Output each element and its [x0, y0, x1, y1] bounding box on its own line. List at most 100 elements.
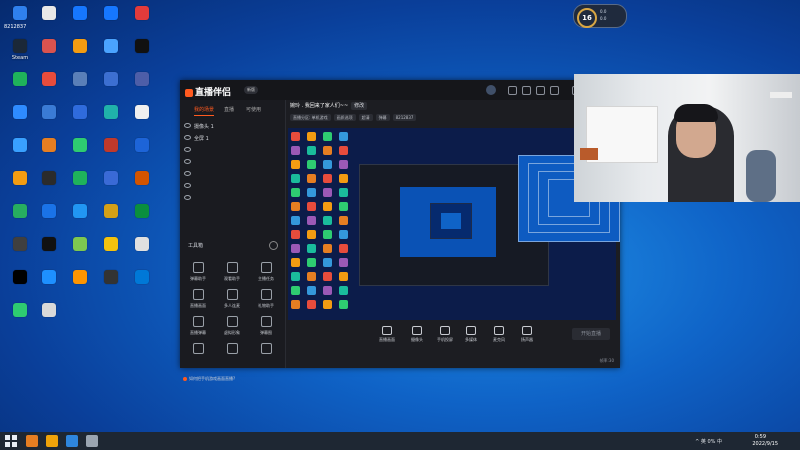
visibility-icon[interactable]: [184, 135, 191, 140]
tool-icon: [192, 262, 204, 273]
menu-icon[interactable]: [550, 86, 559, 95]
taskbar-app-icon[interactable]: [46, 435, 58, 447]
app-icon: [13, 237, 27, 251]
tool-button[interactable]: 主播任务: [250, 260, 282, 288]
scene-panel: 我的场景 直播 可使用 摄像头 1 全屏 1 工具箱 弹幕助手 观看助手 主播任务 直播…: [180, 100, 286, 381]
tab-available[interactable]: 可使用: [246, 106, 261, 113]
action-icon: [440, 326, 450, 335]
tool-button[interactable]: 多人连麦: [216, 287, 248, 315]
tool-button[interactable]: [182, 341, 214, 369]
preview-icon: [339, 202, 348, 211]
source-item[interactable]: [184, 182, 284, 192]
desktop-icon[interactable]: [31, 301, 67, 341]
action-label: 扬声器: [521, 337, 533, 342]
tool-button[interactable]: 礼物助手: [250, 287, 282, 315]
tab-my-scenes[interactable]: 我的场景: [194, 106, 215, 116]
tool-label: 弹幕图: [260, 330, 272, 335]
skin-icon[interactable]: [536, 86, 545, 95]
app-icon: [13, 270, 27, 284]
version-badge[interactable]: 新版: [244, 86, 258, 94]
preview-icon: [323, 258, 332, 267]
tool-button[interactable]: [216, 341, 248, 369]
preview-icon: [339, 286, 348, 295]
preview-icon: [339, 160, 348, 169]
visibility-icon[interactable]: [184, 171, 191, 176]
source-item[interactable]: [184, 158, 284, 168]
tab-live[interactable]: 直播: [224, 106, 234, 113]
start-button[interactable]: [5, 435, 17, 447]
source-item[interactable]: [184, 194, 284, 204]
preview-icon: [323, 216, 332, 225]
preview-icon: [291, 160, 300, 169]
message-icon[interactable]: [508, 86, 517, 95]
taskbar-app-icon[interactable]: [86, 435, 98, 447]
room-info-chip[interactable]: 弹幕: [375, 114, 390, 121]
visibility-icon[interactable]: [184, 159, 191, 164]
edit-title-button[interactable]: 修改: [351, 102, 368, 110]
preview-icon: [339, 174, 348, 183]
help-tip[interactable]: 如何把手机游戏画面直播?: [183, 376, 235, 382]
action-button[interactable]: 多媒体: [460, 326, 482, 346]
tool-icon: [226, 343, 238, 354]
visibility-icon[interactable]: [184, 123, 191, 128]
visibility-icon[interactable]: [184, 183, 191, 188]
app-icon: [13, 105, 27, 119]
clock-date[interactable]: 2022/9/15: [752, 441, 778, 447]
app-icon: [42, 105, 56, 119]
tool-button[interactable]: 直播画面: [182, 287, 214, 315]
tool-button[interactable]: 直播弹幕: [182, 314, 214, 342]
room-info-chip[interactable]: 超清: [358, 114, 373, 121]
settings-icon[interactable]: [522, 86, 531, 95]
taskbar-app-icon[interactable]: [66, 435, 78, 447]
preview-icon: [291, 202, 300, 211]
action-button[interactable]: 直播画面: [376, 326, 398, 346]
tool-button[interactable]: [250, 341, 282, 369]
app-icon: [135, 237, 149, 251]
source-item[interactable]: [184, 146, 284, 156]
clock-time[interactable]: 0:59: [755, 434, 766, 440]
preview-icon: [291, 258, 300, 267]
preview-icon: [307, 258, 316, 267]
tool-button[interactable]: 弹幕图: [250, 314, 282, 342]
visibility-icon[interactable]: [184, 195, 191, 200]
tool-button[interactable]: 弹幕助手: [182, 260, 214, 288]
source-item[interactable]: 摄像头 1: [184, 122, 284, 132]
add-tool-icon[interactable]: [269, 241, 278, 250]
tool-label: 礼物助手: [258, 303, 274, 308]
preview-icon: [323, 202, 332, 211]
action-button[interactable]: 手机投屏: [434, 326, 456, 346]
app-icon: [104, 237, 118, 251]
app-icon: [13, 303, 27, 317]
action-label: 摄像头: [411, 337, 423, 342]
room-info-chip[interactable]: 8212837: [392, 114, 417, 121]
source-item[interactable]: [184, 170, 284, 180]
microphone: [746, 150, 776, 202]
app-icon: [104, 6, 118, 20]
avatar[interactable]: [486, 85, 496, 95]
tool-label: 直播画面: [190, 303, 206, 308]
app-icon: [73, 72, 87, 86]
tool-icon: [192, 289, 204, 300]
logo-icon: [185, 88, 193, 97]
action-button[interactable]: 摄像头: [406, 326, 428, 346]
ceiling-lamp: [770, 92, 792, 98]
app-icon: [73, 204, 87, 218]
visibility-icon[interactable]: [184, 147, 191, 152]
preview-icon: [339, 230, 348, 239]
tool-label: 主播任务: [258, 276, 274, 281]
action-button[interactable]: 扬声器: [516, 326, 538, 346]
tool-button[interactable]: 观看助手: [216, 260, 248, 288]
preview-icon: [307, 174, 316, 183]
action-button[interactable]: 麦克风: [488, 326, 510, 346]
tip-icon: [183, 377, 187, 381]
desktop-icon[interactable]: [124, 268, 160, 308]
source-item[interactable]: 全屏 1: [184, 134, 284, 144]
system-tray[interactable]: ^ 英 0% 中: [695, 438, 722, 445]
taskbar-app-icon[interactable]: [26, 435, 38, 447]
nested-preview-4: [441, 213, 461, 229]
tool-button[interactable]: 虚拟形象: [216, 314, 248, 342]
app-icon: [13, 204, 27, 218]
room-info-chip[interactable]: 画质选项: [333, 114, 356, 121]
room-info-chip[interactable]: 直播分区: 单机游戏: [290, 114, 331, 121]
start-live-button[interactable]: 开始直播: [572, 328, 610, 340]
